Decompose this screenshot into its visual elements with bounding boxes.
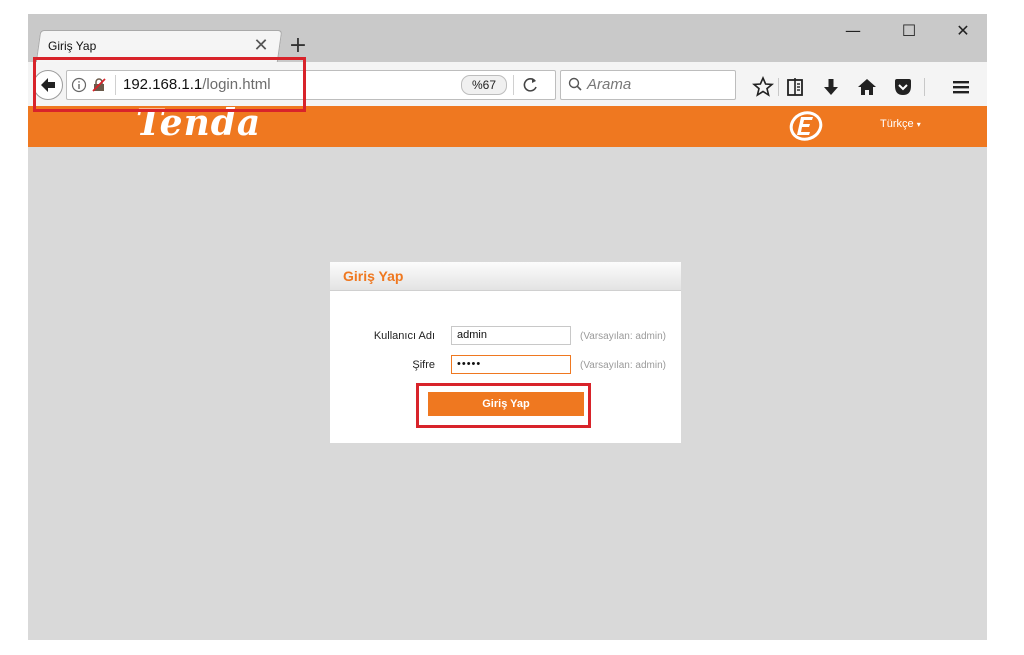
router-header: Tenda Türkçe ▾ [28,102,987,147]
menu-icon[interactable] [950,76,972,98]
language-label: Türkçe [880,118,914,130]
minimize-icon[interactable]: — [830,16,876,46]
login-panel-header: Giriş Yap [330,262,681,291]
maximize-icon[interactable]: ☐ [886,16,932,46]
search-icon [568,77,582,91]
new-tab-icon[interactable]: + [286,34,310,58]
username-hint: (Varsayılan: admin) [580,331,666,342]
download-icon[interactable] [820,76,842,98]
chevron-down-icon: ▾ [916,120,921,129]
reading-list-icon[interactable] [784,76,806,98]
easy-emblem-icon [789,111,823,141]
home-icon[interactable] [856,76,878,98]
reload-icon[interactable] [521,75,541,95]
login-button-highlight [416,383,591,428]
close-window-icon[interactable]: ✕ [940,16,986,46]
bookmark-star-icon[interactable] [752,76,774,98]
password-hint: (Varsayılan: admin) [580,360,666,371]
tab-title[interactable]: Giriş Yap [48,39,96,53]
password-label: Şifre [412,359,435,371]
search-placeholder: Arama [587,76,632,93]
username-label: Kullanıcı Adı [373,330,435,342]
password-input[interactable]: ••••• [451,355,571,374]
username-input[interactable]: admin [451,326,571,345]
zoom-level-badge[interactable]: %67 [461,75,507,95]
address-bar-highlight [33,57,306,112]
search-box[interactable]: Arama [560,70,736,100]
tab-close-icon[interactable]: ✕ [250,35,272,57]
pocket-icon[interactable] [892,76,914,98]
login-title: Giriş Yap [343,268,404,284]
language-selector[interactable]: Türkçe ▾ [880,118,921,130]
tab-strip: Giriş Yap ✕ + — ☐ ✕ [28,14,987,63]
